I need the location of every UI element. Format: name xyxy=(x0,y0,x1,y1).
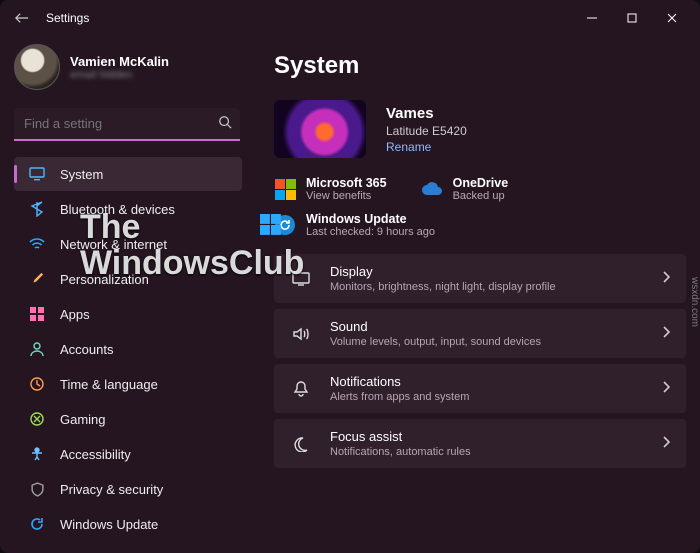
display-icon xyxy=(290,271,312,287)
nav-list: System Bluetooth & devices Network & int… xyxy=(14,157,242,541)
sidebar-item-network[interactable]: Network & internet xyxy=(14,227,242,261)
shield-icon xyxy=(28,480,46,498)
device-wallpaper xyxy=(274,100,366,158)
system-icon xyxy=(28,165,46,183)
search-icon xyxy=(218,115,232,134)
sidebar-item-apps[interactable]: Apps xyxy=(14,297,242,331)
status-title: Windows Update xyxy=(306,212,435,226)
sidebar-item-label: Bluetooth & devices xyxy=(60,202,175,217)
sound-icon xyxy=(290,326,312,342)
main-panel: System Vames Latitude E5420 Rename Micro… xyxy=(250,36,700,553)
sidebar-item-label: System xyxy=(60,167,103,182)
status-update[interactable]: Windows Update Last checked: 9 hours ago xyxy=(274,212,435,238)
status-row: Microsoft 365 View benefits OneDrive Bac… xyxy=(274,176,690,202)
card-notifications[interactable]: Notifications Alerts from apps and syste… xyxy=(274,364,686,413)
search-box[interactable] xyxy=(14,108,240,141)
window-title: Settings xyxy=(46,11,89,25)
wifi-icon xyxy=(28,235,46,253)
m365-icon xyxy=(274,178,296,200)
person-icon xyxy=(28,340,46,358)
sidebar-item-gaming[interactable]: Gaming xyxy=(14,402,242,436)
status-title: Microsoft 365 xyxy=(306,176,387,190)
sidebar-item-label: Accessibility xyxy=(60,447,131,462)
maximize-button[interactable] xyxy=(612,2,652,34)
device-block: Vames Latitude E5420 Rename xyxy=(274,100,690,158)
profile-name: Vamien McKalin xyxy=(70,54,169,69)
chevron-right-icon xyxy=(662,380,670,398)
settings-window: Settings Vamien McKalin email hidden xyxy=(0,0,700,553)
sidebar: Vamien McKalin email hidden System Bluet… xyxy=(0,36,250,553)
update-circle-icon xyxy=(274,214,296,236)
cloud-icon xyxy=(421,178,443,200)
sidebar-item-accounts[interactable]: Accounts xyxy=(14,332,242,366)
status-sub: Backed up xyxy=(453,190,509,202)
profile-sub: email hidden xyxy=(70,69,169,81)
sidebar-item-label: Accounts xyxy=(60,342,113,357)
card-display[interactable]: Display Monitors, brightness, night ligh… xyxy=(274,254,686,303)
profile-block[interactable]: Vamien McKalin email hidden xyxy=(14,44,242,90)
status-sub: View benefits xyxy=(306,190,387,202)
sidebar-item-label: Apps xyxy=(60,307,90,322)
card-title: Focus assist xyxy=(330,429,471,444)
device-name: Vames xyxy=(386,105,467,122)
moon-icon xyxy=(290,436,312,452)
close-button[interactable] xyxy=(652,2,692,34)
settings-cards: Display Monitors, brightness, night ligh… xyxy=(274,254,690,468)
sidebar-item-update[interactable]: Windows Update xyxy=(14,507,242,541)
sidebar-item-bluetooth[interactable]: Bluetooth & devices xyxy=(14,192,242,226)
bluetooth-icon xyxy=(28,200,46,218)
card-sub: Monitors, brightness, night light, displ… xyxy=(330,281,556,293)
chevron-right-icon xyxy=(662,270,670,288)
titlebar: Settings xyxy=(0,0,700,36)
back-button[interactable] xyxy=(8,4,36,32)
sidebar-item-time[interactable]: Time & language xyxy=(14,367,242,401)
chevron-right-icon xyxy=(662,435,670,453)
sidebar-item-personalization[interactable]: Personalization xyxy=(14,262,242,296)
sidebar-item-label: Privacy & security xyxy=(60,482,163,497)
sidebar-item-system[interactable]: System xyxy=(14,157,242,191)
attribution: wsxdn.com xyxy=(689,277,700,327)
clock-icon xyxy=(28,375,46,393)
update-icon xyxy=(28,515,46,533)
card-title: Notifications xyxy=(330,374,469,389)
card-sub: Notifications, automatic rules xyxy=(330,446,471,458)
bell-icon xyxy=(290,380,312,398)
search-input[interactable] xyxy=(14,108,240,141)
avatar xyxy=(14,44,60,90)
sidebar-item-accessibility[interactable]: Accessibility xyxy=(14,437,242,471)
sidebar-item-label: Time & language xyxy=(60,377,158,392)
status-title: OneDrive xyxy=(453,176,509,190)
status-sub: Last checked: 9 hours ago xyxy=(306,226,435,238)
card-title: Sound xyxy=(330,319,541,334)
brush-icon xyxy=(28,270,46,288)
sidebar-item-privacy[interactable]: Privacy & security xyxy=(14,472,242,506)
sidebar-item-label: Personalization xyxy=(60,272,149,287)
card-focus-assist[interactable]: Focus assist Notifications, automatic ru… xyxy=(274,419,686,468)
card-title: Display xyxy=(330,264,556,279)
rename-link[interactable]: Rename xyxy=(386,140,467,154)
chevron-right-icon xyxy=(662,325,670,343)
status-m365[interactable]: Microsoft 365 View benefits xyxy=(274,176,387,202)
sidebar-item-label: Network & internet xyxy=(60,237,167,252)
card-sub: Alerts from apps and system xyxy=(330,391,469,403)
status-onedrive[interactable]: OneDrive Backed up xyxy=(421,176,509,202)
sidebar-item-label: Gaming xyxy=(60,412,106,427)
card-sub: Volume levels, output, input, sound devi… xyxy=(330,336,541,348)
device-model: Latitude E5420 xyxy=(386,124,467,138)
minimize-button[interactable] xyxy=(572,2,612,34)
page-title: System xyxy=(274,52,690,80)
card-sound[interactable]: Sound Volume levels, output, input, soun… xyxy=(274,309,686,358)
apps-icon xyxy=(28,305,46,323)
accessibility-icon xyxy=(28,445,46,463)
sidebar-item-label: Windows Update xyxy=(60,517,158,532)
gaming-icon xyxy=(28,410,46,428)
